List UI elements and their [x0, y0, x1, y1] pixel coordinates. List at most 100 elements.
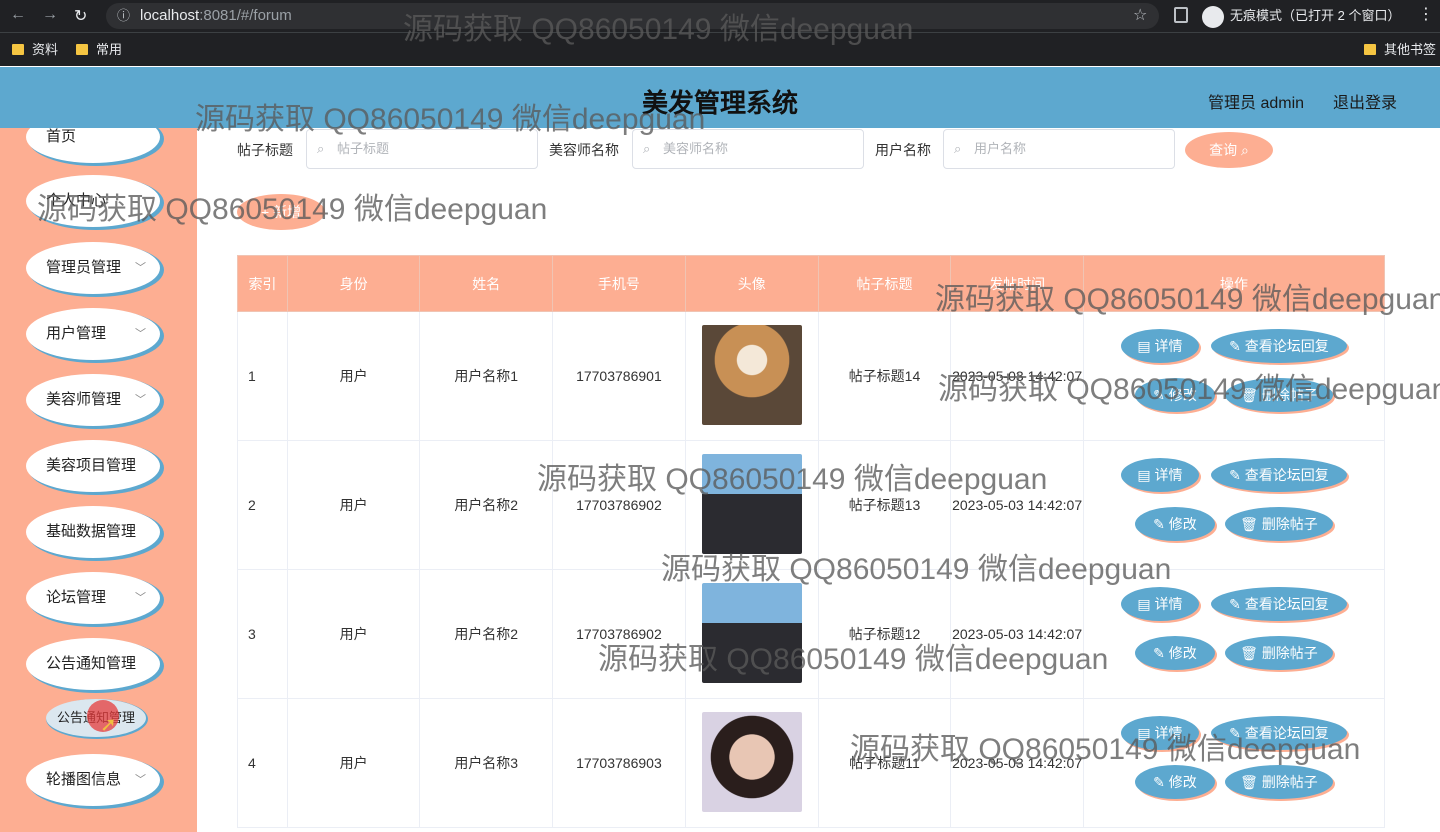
view-replies-label: 查看论坛回复: [1244, 467, 1329, 483]
view-replies-label: 查看论坛回复: [1244, 725, 1329, 741]
cell-actions: ▤ 详情 ✎ 查看论坛回复 ✎ 修改 🗑 删除帖子: [1082, 698, 1386, 828]
sidebar-item-notice-mgmt[interactable]: 公告通知管理: [26, 638, 160, 690]
chevron-down-icon: ﹀: [135, 262, 146, 274]
edit-button[interactable]: ✎ 修改: [1134, 507, 1215, 541]
add-button[interactable]: + 新增: [237, 194, 325, 230]
sidebar-item-user-mgmt[interactable]: 用户管理 ﹀: [26, 308, 160, 360]
site-info-icon[interactable]: ⓘ: [117, 3, 130, 29]
column-header[interactable]: 头像: [684, 255, 819, 312]
cell-phone: 17703786903: [552, 698, 686, 828]
detail-button[interactable]: ▤ 详情: [1120, 458, 1199, 492]
detail-button[interactable]: ▤ 详情: [1120, 329, 1199, 363]
column-header[interactable]: 身份: [286, 255, 421, 312]
cell-role: 用户: [286, 311, 421, 441]
sidebar-item-label: 公告通知管理: [46, 655, 137, 672]
main-content: 帖子标题 ⌕ 帖子标题 美容师名称 ⌕ 美容师名称 用户名称 ⌕ 用户名称 查询 ⌕ …: [197, 128, 1440, 832]
search-title-input[interactable]: ⌕ 帖子标题: [306, 129, 538, 169]
bookmark-label: 常用: [96, 42, 123, 57]
view-replies-button[interactable]: ✎ 查看论坛回复: [1210, 329, 1347, 363]
search-icon: ⌕: [954, 141, 962, 156]
sidebar-item-label: 基础数据管理: [46, 523, 137, 540]
view-replies-button[interactable]: ✎ 查看论坛回复: [1210, 716, 1347, 750]
view-replies-label: 查看论坛回复: [1244, 596, 1329, 612]
edit-label: 修改: [1168, 516, 1197, 532]
sidebar-item-forum-mgmt[interactable]: 论坛管理 ﹀: [26, 572, 160, 624]
folder-icon: [1364, 44, 1376, 55]
delete-button[interactable]: 🗑 删除帖子: [1224, 507, 1333, 541]
detail-label: 详情: [1154, 338, 1183, 354]
cell-avatar: [684, 311, 819, 441]
delete-button[interactable]: 🗑 删除帖子: [1224, 636, 1333, 670]
side-panel-icon[interactable]: [1174, 7, 1188, 23]
delete-label: 删除帖子: [1261, 387, 1318, 403]
edit-button[interactable]: ✎ 修改: [1134, 378, 1215, 412]
address-bar[interactable]: ⓘ localhost:8081/#/forum: [106, 3, 1159, 29]
cell-name: 用户名称2: [419, 569, 553, 699]
cell-phone: 17703786901: [552, 311, 686, 441]
edit-button[interactable]: ✎ 修改: [1134, 765, 1215, 799]
reload-icon[interactable]: ↻: [74, 6, 87, 26]
search-user-input[interactable]: ⌕ 用户名称: [943, 129, 1175, 169]
back-icon[interactable]: ←: [10, 6, 26, 24]
bookmark-folder-ziliao[interactable]: 资料: [12, 41, 58, 59]
forward-icon[interactable]: →: [42, 6, 58, 24]
search-title-placeholder: 帖子标题: [337, 141, 390, 156]
incognito-indicator[interactable]: 无痕模式（已打开 2 个窗口）: [1202, 4, 1400, 28]
query-button[interactable]: 查询 ⌕: [1185, 132, 1273, 168]
avatar[interactable]: [701, 711, 802, 812]
sidebar-item-beautician-mgmt[interactable]: 美容师管理 ﹀: [26, 374, 160, 426]
sidebar-item-admin-mgmt[interactable]: 管理员管理 ﹀: [26, 242, 160, 294]
cell-time: 2023-05-03 14:42:07: [950, 698, 1084, 828]
detail-button[interactable]: ▤ 详情: [1120, 587, 1199, 621]
edit-label: 修改: [1168, 645, 1197, 661]
edit-button[interactable]: ✎ 修改: [1134, 636, 1215, 670]
column-header[interactable]: 索引: [237, 255, 288, 312]
bookmark-folder-changyong[interactable]: 常用: [76, 41, 122, 59]
cell-title: 帖子标题13: [817, 440, 952, 570]
other-bookmarks[interactable]: 其他书签: [1364, 41, 1436, 59]
avatar[interactable]: [701, 453, 802, 554]
table-row: 2 用户 用户名称2 17703786902 帖子标题13 2023-05-03…: [237, 440, 1386, 570]
detail-button[interactable]: ▤ 详情: [1120, 716, 1199, 750]
app-header: 美发管理系统 管理员 admin 退出登录: [0, 67, 1440, 128]
delete-button[interactable]: 🗑 删除帖子: [1224, 765, 1333, 799]
search-user-label: 用户名称: [875, 142, 931, 158]
search-beautician-placeholder: 美容师名称: [663, 141, 729, 156]
column-header[interactable]: 发帖时间: [950, 255, 1084, 312]
avatar[interactable]: [701, 582, 802, 683]
delete-label: 删除帖子: [1261, 645, 1318, 661]
incognito-label: 无痕模式（已打开 2 个窗口）: [1230, 8, 1401, 23]
sidebar-item-basic-data[interactable]: 基础数据管理: [26, 506, 160, 558]
cell-time: 2023-05-03 14:42:07: [950, 311, 1084, 441]
sidebar-item-label: 轮播图信息: [46, 771, 122, 788]
column-header[interactable]: 手机号: [552, 255, 686, 312]
row-actions: ▤ 详情 ✎ 查看论坛回复 ✎ 修改 🗑 删除帖子: [1084, 579, 1384, 689]
column-header[interactable]: 帖子标题: [817, 255, 952, 312]
browser-menu-icon[interactable]: ⋮: [1418, 4, 1434, 24]
logout-link[interactable]: 退出登录: [1333, 89, 1397, 113]
column-header[interactable]: 姓名: [419, 255, 553, 312]
view-replies-button[interactable]: ✎ 查看论坛回复: [1210, 458, 1347, 492]
search-beautician-input[interactable]: ⌕ 美容师名称: [632, 129, 864, 169]
bookmark-star-icon[interactable]: ☆: [1133, 5, 1147, 25]
incognito-icon: [1202, 5, 1224, 28]
sidebar-item-carousel[interactable]: 轮播图信息 ﹀: [26, 754, 160, 806]
sidebar-item-profile[interactable]: 个人中心: [26, 175, 160, 227]
cell-role: 用户: [286, 569, 421, 699]
delete-label: 删除帖子: [1261, 774, 1318, 790]
cell-avatar: [684, 569, 819, 699]
cell-name: 用户名称2: [419, 440, 553, 570]
bookmark-label: 资料: [32, 42, 59, 57]
avatar[interactable]: [701, 324, 802, 425]
view-replies-button[interactable]: ✎ 查看论坛回复: [1210, 587, 1347, 621]
row-actions: ▤ 详情 ✎ 查看论坛回复 ✎ 修改 🗑 删除帖子: [1084, 450, 1384, 560]
cell-index: 1: [237, 311, 288, 441]
search-icon: ⌕: [643, 141, 651, 156]
cell-index: 3: [237, 569, 288, 699]
sidebar-item-project-mgmt[interactable]: 美容项目管理: [26, 440, 160, 492]
sidebar: 首页 个人中心 管理员管理 ﹀ 用户管理 ﹀ 美容师管理 ﹀ 美容项目管理 基础数据管…: [0, 128, 197, 832]
delete-button[interactable]: 🗑 删除帖子: [1224, 378, 1333, 412]
sidebar-item-label: 美容师管理: [46, 391, 122, 408]
table-row: 4 用户 用户名称3 17703786903 帖子标题11 2023-05-03…: [237, 698, 1386, 828]
sidebar-item-home[interactable]: 首页: [26, 128, 160, 163]
